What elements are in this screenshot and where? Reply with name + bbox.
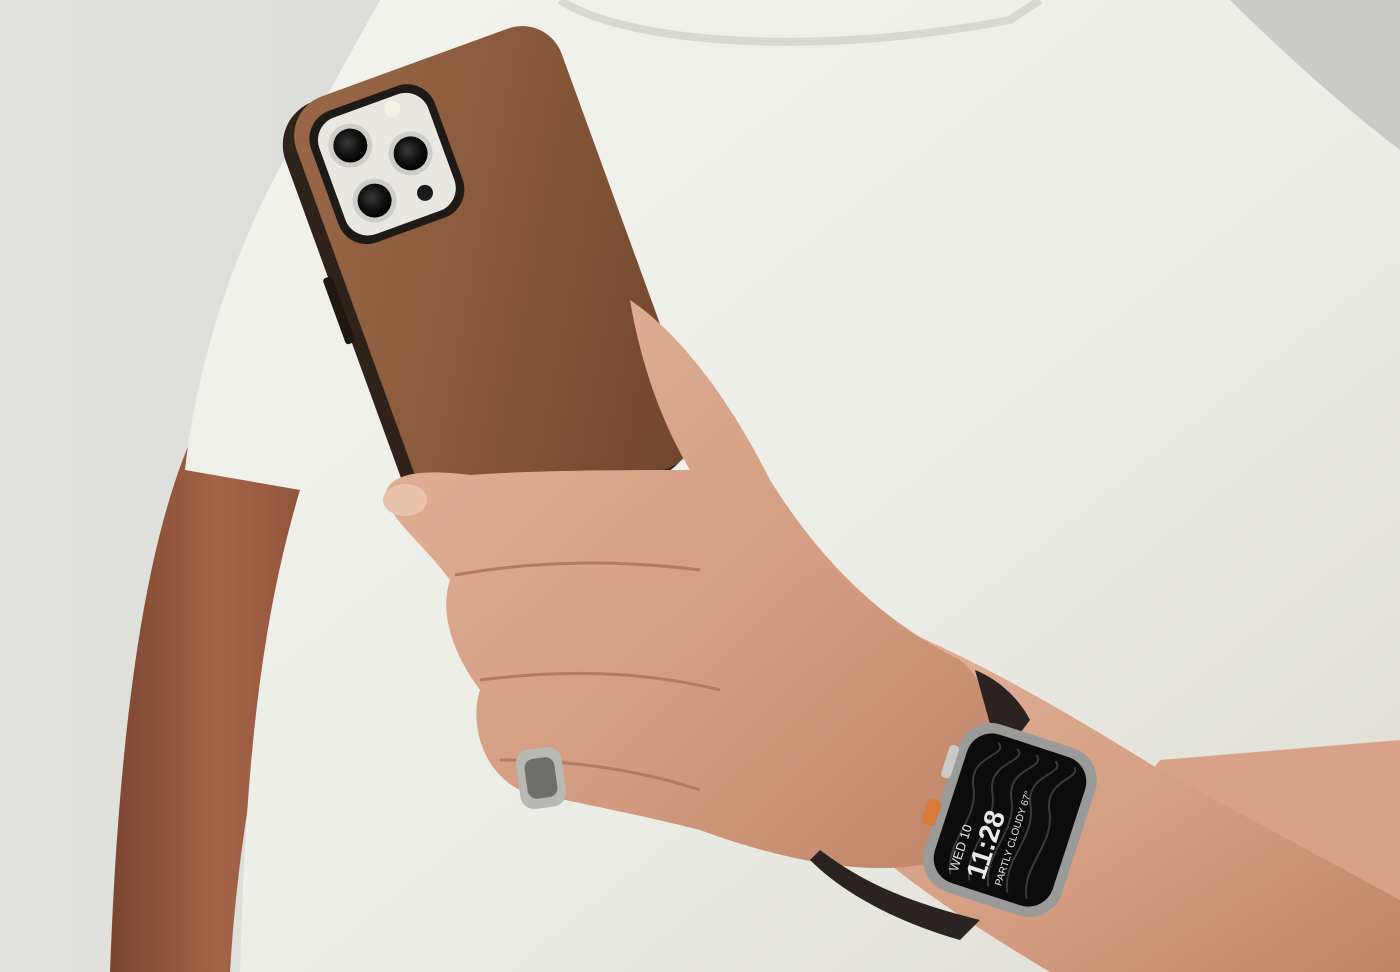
thumb-nail — [383, 484, 427, 516]
photo-scene: WED 10 11:28 PARTLY CLOUDY 67° — [0, 0, 1400, 972]
ring — [515, 746, 567, 810]
